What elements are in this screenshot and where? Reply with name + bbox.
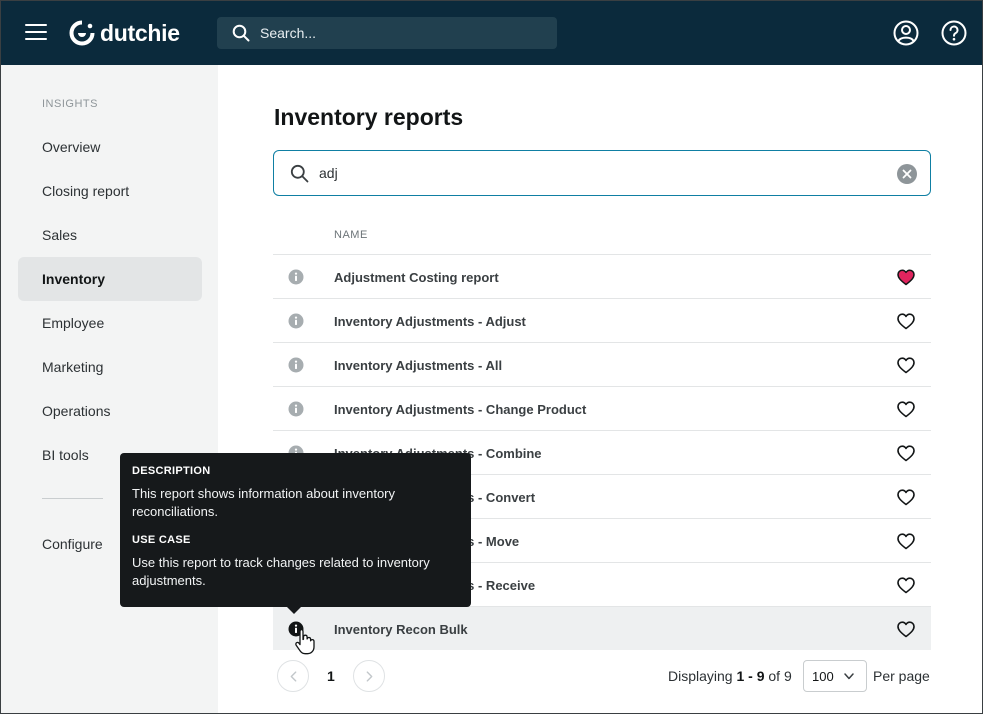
info-icon[interactable]	[288, 313, 304, 329]
displaying-count: Displaying 1 - 9 of 9	[668, 668, 792, 684]
report-name[interactable]: Inventory Adjustments - Change Product	[334, 402, 586, 417]
sidebar-item-overview[interactable]: Overview	[18, 125, 202, 169]
sidebar-item-marketing[interactable]: Marketing	[18, 345, 202, 389]
displaying-total: 9	[783, 668, 792, 684]
info-icon[interactable]	[288, 401, 304, 417]
heart-outline-icon[interactable]	[897, 445, 915, 462]
displaying-of: of	[768, 668, 781, 684]
chevron-down-icon	[844, 673, 854, 680]
report-name[interactable]: Adjustment Costing report	[334, 270, 499, 285]
help-icon[interactable]	[941, 20, 967, 46]
displaying-range: 1 - 9	[736, 668, 765, 684]
sidebar-divider	[42, 498, 103, 499]
report-info-tooltip: DESCRIPTION This report shows informatio…	[120, 453, 471, 614]
tooltip-use-case-text: Use this report to track changes related…	[132, 555, 430, 588]
tooltip-use-case-heading: USE CASE	[132, 534, 191, 546]
close-icon	[902, 169, 912, 179]
table-row[interactable]: Inventory Adjustments - Adjust	[273, 298, 931, 342]
heart-outline-icon[interactable]	[897, 401, 915, 418]
sidebar-item-sales[interactable]: Sales	[18, 213, 202, 257]
tooltip-description-heading: DESCRIPTION	[132, 465, 211, 477]
global-search-input[interactable]: Search...	[217, 17, 557, 49]
sidebar-heading: INSIGHTS	[42, 98, 98, 110]
global-search-placeholder: Search...	[260, 25, 317, 41]
per-page-label: Per page	[873, 668, 930, 684]
next-page-button[interactable]	[353, 660, 385, 692]
dutchie-logo-icon	[69, 20, 95, 46]
per-page-value: 100	[812, 668, 834, 684]
chevron-left-icon	[290, 670, 296, 682]
chevron-right-icon	[366, 670, 372, 682]
table-row[interactable]: Inventory Recon Bulk	[273, 606, 931, 650]
search-icon	[290, 164, 309, 182]
info-icon[interactable]	[288, 269, 304, 285]
displaying-prefix: Displaying	[668, 668, 733, 684]
dutchie-logo[interactable]: dutchie	[69, 19, 180, 47]
sidebar-item-closing-report[interactable]: Closing report	[18, 169, 202, 213]
table-row[interactable]: Inventory Adjustments - Change Product	[273, 386, 931, 430]
logo-text: dutchie	[100, 19, 180, 46]
user-account-icon[interactable]	[893, 20, 919, 46]
report-name[interactable]: Inventory Adjustments - All	[334, 358, 502, 373]
menu-icon[interactable]	[25, 23, 47, 41]
heart-outline-icon[interactable]	[897, 533, 915, 550]
heart-outline-icon[interactable]	[897, 357, 915, 374]
search-icon	[232, 24, 250, 42]
sidebar-item-operations[interactable]: Operations	[18, 389, 202, 433]
report-name[interactable]: Inventory Adjustments - Adjust	[334, 314, 526, 329]
top-navigation-bar: dutchie Search...	[1, 1, 982, 65]
heart-outline-icon[interactable]	[897, 577, 915, 594]
clear-search-button[interactable]	[897, 164, 917, 184]
tooltip-description-text: This report shows information about inve…	[132, 486, 396, 519]
heart-outline-icon[interactable]	[897, 313, 915, 330]
current-page-number[interactable]: 1	[327, 668, 335, 684]
table-row[interactable]: Inventory Adjustments - All	[273, 342, 931, 386]
report-search-input[interactable]	[319, 165, 879, 181]
heart-filled-icon[interactable]	[897, 269, 915, 286]
app-window: dutchie Search... INSIGHTS Overview Clos…	[0, 0, 983, 714]
sidebar: INSIGHTS Overview Closing report Sales I…	[1, 65, 218, 713]
sidebar-item-employee[interactable]: Employee	[18, 301, 202, 345]
table-row[interactable]: Adjustment Costing report	[273, 254, 931, 298]
per-page-select[interactable]: 100	[803, 660, 867, 692]
sidebar-item-inventory[interactable]: Inventory	[18, 257, 202, 301]
info-icon[interactable]	[288, 357, 304, 373]
heart-outline-icon[interactable]	[897, 489, 915, 506]
hand-pointer-cursor-icon	[295, 628, 315, 655]
heart-outline-icon[interactable]	[897, 621, 915, 638]
report-name[interactable]: Inventory Recon Bulk	[334, 622, 468, 637]
page-title: Inventory reports	[274, 104, 464, 130]
previous-page-button[interactable]	[277, 660, 309, 692]
report-search-box	[273, 150, 931, 196]
column-header-name[interactable]: NAME	[334, 229, 368, 241]
tooltip-arrow	[287, 607, 301, 614]
